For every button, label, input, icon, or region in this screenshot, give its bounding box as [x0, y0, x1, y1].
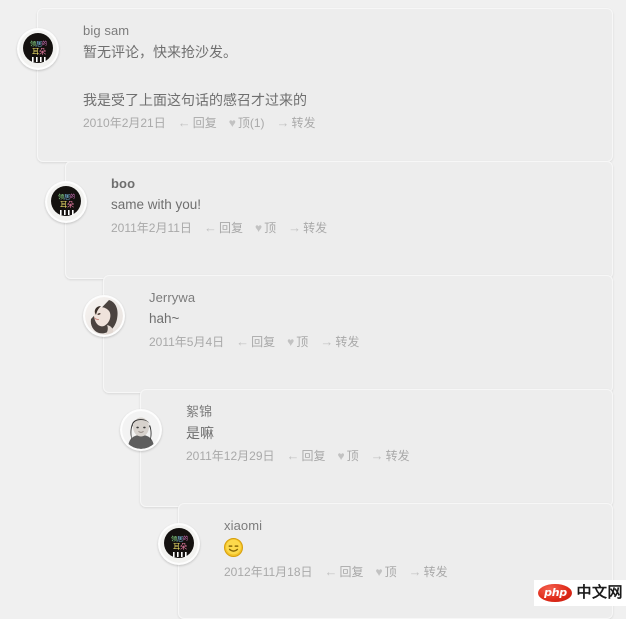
- heart-icon: ♥: [287, 335, 295, 349]
- forward-button[interactable]: → 转发: [409, 563, 448, 581]
- comment-item: 絮锦是嘛 2011年12月29日 ← 回复 ♥ 顶 → 转发: [120, 389, 613, 507]
- like-button-label: 顶: [384, 565, 397, 579]
- heart-icon: ♥: [375, 565, 383, 579]
- right-arrow-icon: →: [288, 220, 302, 235]
- php-logo-icon: php: [538, 584, 573, 602]
- svg-text:朵: 朵: [67, 200, 74, 209]
- forward-button-label: 转发: [291, 116, 316, 130]
- watermark-text: 中文网: [576, 584, 623, 601]
- smiling-face-emoji: [224, 538, 243, 558]
- comment-date: 2010年2月21日: [83, 116, 166, 130]
- forward-button-label: 转发: [335, 335, 360, 349]
- avatar-image: 领居的耳朵: [47, 183, 85, 221]
- forward-button-label: 转发: [423, 565, 448, 579]
- avatar[interactable]: 领居的耳朵: [45, 181, 87, 223]
- forward-button[interactable]: → 转发: [288, 219, 327, 237]
- like-button[interactable]: ♥ 顶(1): [229, 114, 265, 132]
- avatar-image: 领居的耳朵: [160, 525, 198, 563]
- comment-date: 2011年12月29日: [186, 449, 275, 463]
- forward-button-label: 转发: [385, 449, 410, 463]
- comment-meta: 2011年5月4日 ← 回复 ♥ 顶 → 转发: [149, 333, 597, 351]
- comment-card: 领居的耳朵 boo same with you! 2011年2月11日 ← 回复 ♥ 顶 → 转发: [45, 161, 613, 279]
- comment-body-line: 暂无评论，快来抢沙发。: [83, 44, 237, 60]
- comment-body-line: 是嘛: [186, 425, 214, 441]
- left-arrow-icon: ←: [177, 115, 191, 130]
- comment-date: 2011年5月4日: [149, 335, 225, 349]
- avatar[interactable]: 领居的耳朵: [158, 523, 200, 565]
- left-arrow-icon: ←: [286, 448, 300, 463]
- forward-button[interactable]: → 转发: [320, 333, 359, 351]
- comment-body-spacer: [83, 66, 597, 86]
- svg-text:朵: 朵: [180, 542, 187, 551]
- reply-button-label: 回复: [218, 221, 243, 235]
- left-arrow-icon: ←: [236, 334, 250, 349]
- reply-button[interactable]: ← 回复: [236, 333, 275, 351]
- comment-author[interactable]: xiaomi: [224, 517, 597, 534]
- right-arrow-icon: →: [276, 115, 290, 130]
- comment-thread: 领居的耳朵 big sam 暂无评论，快来抢沙发。 我是受了上面这句话的感召才过来的…: [0, 0, 626, 619]
- like-button[interactable]: ♥ 顶: [376, 563, 397, 581]
- comment-body-line: 我是受了上面这句话的感召才过来的: [83, 92, 307, 108]
- avatar[interactable]: 领居的耳朵: [17, 28, 59, 70]
- like-button-label: 顶: [264, 221, 277, 235]
- left-arrow-icon: ←: [203, 220, 217, 235]
- avatar-image: [122, 411, 160, 449]
- comment-card: 领居的耳朵 big sam 暂无评论，快来抢沙发。 我是受了上面这句话的感召才过来的…: [17, 8, 613, 162]
- svg-text:朵: 朵: [39, 47, 46, 56]
- reply-button-label: 回复: [339, 565, 364, 579]
- svg-text:的: 的: [183, 534, 188, 542]
- right-arrow-icon: →: [320, 334, 334, 349]
- heart-icon: ♥: [254, 221, 263, 235]
- like-button[interactable]: ♥ 顶: [287, 333, 308, 351]
- reply-button-label: 回复: [301, 449, 326, 463]
- like-button[interactable]: ♥ 顶: [255, 219, 276, 237]
- avatar-image: [85, 297, 123, 335]
- comment-author[interactable]: big sam: [83, 22, 597, 39]
- reply-button[interactable]: ← 回复: [287, 447, 326, 465]
- comment-meta: 2011年2月11日 ← 回复 ♥ 顶 → 转发: [111, 219, 597, 237]
- site-watermark: php 中文网: [534, 580, 626, 606]
- right-arrow-icon: →: [408, 564, 422, 579]
- heart-icon: ♥: [228, 116, 236, 130]
- comment-body-line: hah~: [149, 311, 180, 326]
- forward-button-label: 转发: [303, 221, 328, 235]
- avatar[interactable]: [120, 409, 162, 451]
- reply-button-label: 回复: [251, 335, 276, 349]
- comment-date: 2012年11月18日: [224, 565, 313, 579]
- comment-meta: 2010年2月21日 ← 回复 ♥ 顶(1) → 转发: [83, 114, 597, 132]
- comment-item: 领居的耳朵 boo same with you! 2011年2月11日 ← 回复 ♥ 顶 → 转发: [45, 161, 613, 279]
- forward-button[interactable]: → 转发: [371, 447, 410, 465]
- forward-button[interactable]: → 转发: [277, 114, 316, 132]
- comment-body-line: [224, 537, 597, 559]
- comment-item: 领居的耳朵 big sam 暂无评论，快来抢沙发。 我是受了上面这句话的感召才过来的…: [17, 8, 613, 162]
- heart-icon: ♥: [337, 449, 345, 463]
- comment-meta: 2012年11月18日 ← 回复 ♥ 顶 → 转发: [224, 563, 597, 581]
- comment-card: 絮锦是嘛 2011年12月29日 ← 回复 ♥ 顶 → 转发: [120, 389, 613, 507]
- comment-meta: 2011年12月29日 ← 回复 ♥ 顶 → 转发: [186, 447, 597, 465]
- comment-card: Jerrywa hah~ 2011年5月4日 ← 回复 ♥ 顶 → 转发: [83, 275, 613, 393]
- reply-button[interactable]: ← 回复: [325, 563, 364, 581]
- reply-button[interactable]: ← 回复: [204, 219, 243, 237]
- comment-item: Jerrywa hah~ 2011年5月4日 ← 回复 ♥ 顶 → 转发: [83, 275, 613, 393]
- like-button[interactable]: ♥ 顶: [338, 447, 359, 465]
- avatar-image: 领居的耳朵: [19, 30, 57, 68]
- like-button-label: 顶: [346, 449, 359, 463]
- comment-author[interactable]: 絮锦: [186, 403, 597, 420]
- comment-author[interactable]: boo: [111, 175, 597, 192]
- left-arrow-icon: ←: [324, 564, 338, 579]
- reply-button[interactable]: ← 回复: [178, 114, 217, 132]
- like-button-label: 顶: [296, 335, 309, 349]
- avatar[interactable]: [83, 295, 125, 337]
- reply-button-label: 回复: [192, 116, 217, 130]
- svg-text:的: 的: [42, 39, 47, 47]
- comment-author[interactable]: Jerrywa: [149, 289, 597, 306]
- comment-body-line: same with you!: [111, 197, 202, 212]
- svg-text:的: 的: [70, 192, 75, 200]
- comment-date: 2011年2月11日: [111, 221, 192, 235]
- like-button-label: 顶(1): [237, 116, 265, 130]
- right-arrow-icon: →: [370, 448, 384, 463]
